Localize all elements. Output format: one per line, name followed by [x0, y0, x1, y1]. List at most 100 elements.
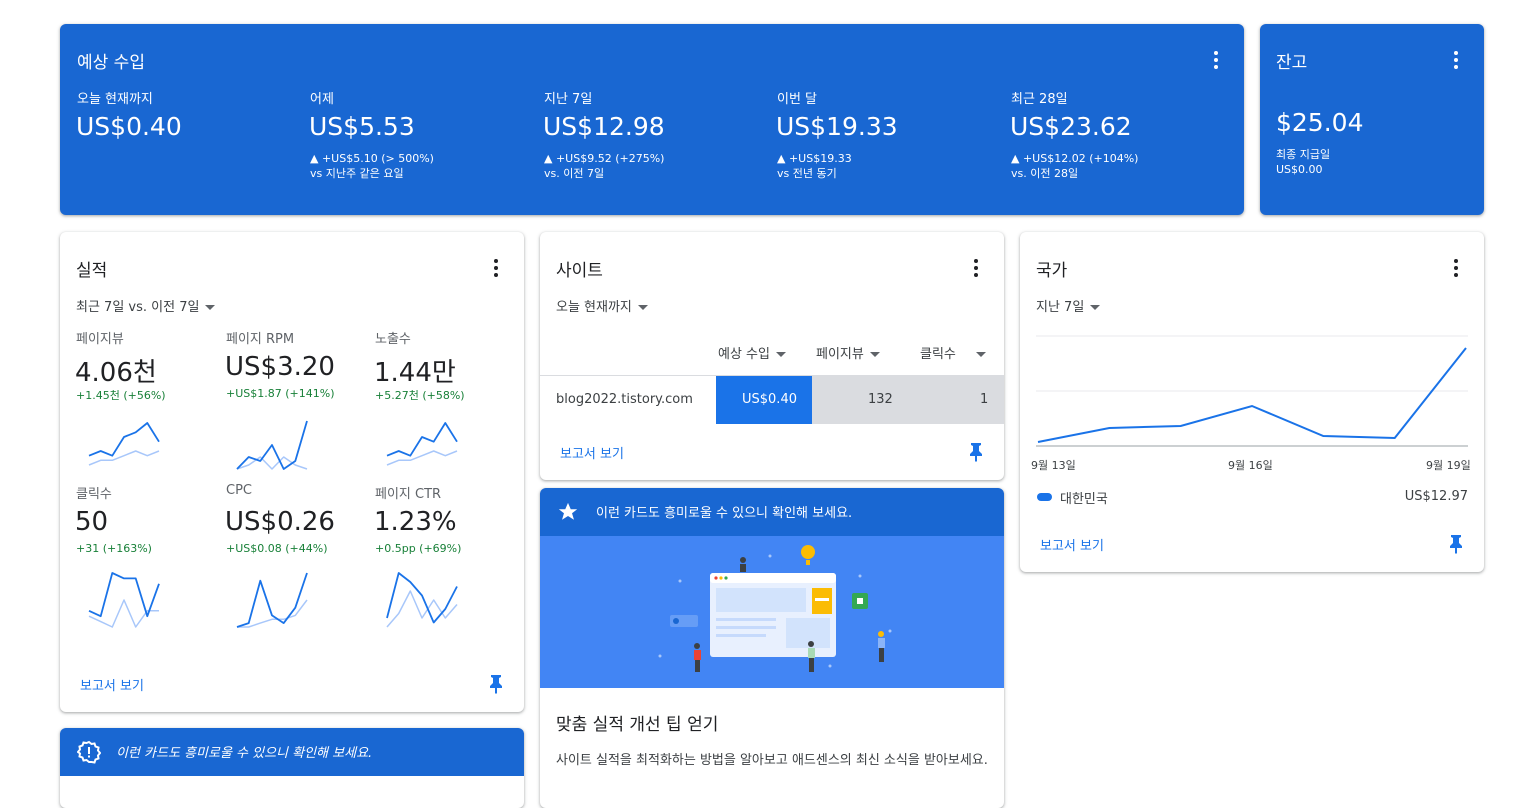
site-earnings: US$0.40 [742, 392, 797, 407]
table-row[interactable]: blog2022.tistory.com US$0.40 132 1 [540, 375, 1004, 424]
performance-title: 실적 [76, 261, 108, 281]
current-period-line [236, 420, 308, 470]
tip-body: 사이트 실적을 최적화하는 방법을 알아보고 애드센스의 최신 소식을 받아보세… [556, 753, 988, 768]
current-period-line [88, 572, 160, 618]
earnings-item-compare: vs. 이전 28일 [1011, 167, 1079, 180]
x-tick-label: 9월 16일 [1228, 459, 1273, 472]
sites-range-dropdown[interactable]: 오늘 현재까지 [556, 296, 648, 315]
balance-card: 잔고 $25.04 최종 지급일 US$0.00 [1260, 24, 1484, 215]
earnings-item-value: US$23.62 [1010, 112, 1132, 141]
metric-delta: +5.27천 (+58%) [375, 389, 465, 402]
sites-card: 사이트 오늘 현재까지 예상 수입 페이지뷰 클릭수 blog2022.tist… [540, 232, 1004, 480]
star-icon [558, 502, 578, 520]
impressions-sparkline [386, 422, 458, 466]
performance-menu-icon[interactable] [486, 258, 506, 278]
previous-period-line [88, 450, 160, 466]
tip-title: 맞춤 실적 개선 팁 얻기 [556, 715, 719, 735]
column-header-label: 클릭수 [920, 347, 956, 362]
performance-card: 실적 최근 7일 vs. 이전 7일 페이지뷰 4.06천 +1.45천 (+5… [60, 232, 524, 712]
metric-value: US$0.26 [225, 507, 335, 537]
performance-report-link[interactable]: 보고서 보기 [80, 675, 144, 694]
metric-value: 50 [75, 507, 109, 537]
earnings-item-value: US$0.40 [76, 112, 182, 141]
earnings-menu-icon[interactable] [1206, 50, 1226, 70]
performance-range-dropdown[interactable]: 최근 7일 vs. 이전 7일 [76, 296, 216, 315]
earnings-item-value: US$12.98 [543, 112, 665, 141]
earnings-item-label: 지난 7일 [544, 92, 593, 107]
metric-label: 페이지 RPM [226, 332, 295, 347]
earnings-item-compare: vs. 이전 7일 [544, 167, 605, 180]
metric-delta: +1.45천 (+56%) [76, 389, 166, 402]
country-line-chart [1036, 335, 1468, 447]
tip-card: 이런 카드도 흥미로울 수 있으니 확인해 보세요. 맞춤 실적 개선 팁 얻기… [540, 488, 1004, 808]
country-range-dropdown[interactable]: 지난 7일 [1036, 296, 1101, 315]
column-header-label: 예상 수입 [718, 347, 770, 362]
balance-value: $25.04 [1276, 108, 1364, 137]
sites-menu-icon[interactable] [966, 258, 986, 278]
earnings-item-value: US$19.33 [776, 112, 898, 141]
metric-value: US$3.20 [225, 352, 335, 382]
earnings-item-delta: ▲ +US$12.02 (+104%) [1011, 152, 1139, 165]
x-tick-label: 9월 19일 [1426, 459, 1471, 472]
metric-value: 1.44만 [374, 358, 456, 388]
page-rpm-sparkline [236, 420, 308, 470]
country-report-link[interactable]: 보고서 보기 [1040, 535, 1104, 554]
pin-icon[interactable] [1448, 534, 1464, 554]
metric-label: 페이지 CTR [375, 487, 442, 502]
earnings-item-compare: vs 전년 동기 [777, 167, 837, 180]
page-ctr-sparkline [386, 572, 458, 628]
metric-delta: +31 (+163%) [76, 542, 152, 555]
country-title: 국가 [1036, 261, 1068, 281]
earnings-title: 예상 수입 [77, 53, 145, 73]
column-header-label: 페이지뷰 [816, 347, 864, 362]
metric-delta: +US$1.87 (+141%) [226, 387, 335, 400]
earnings-item-delta: ▲ +US$9.52 (+275%) [544, 152, 665, 165]
chevron-down-icon [975, 352, 986, 357]
x-tick-label: 9월 13일 [1031, 459, 1076, 472]
tip-header-text: 이런 카드도 흥미로울 수 있으니 확인해 보세요. [596, 506, 853, 521]
sites-range-label: 오늘 현재까지 [556, 300, 632, 315]
legend-swatch [1037, 493, 1052, 501]
country-range-label: 지난 7일 [1036, 300, 1085, 315]
site-pageviews-cell [812, 376, 1004, 424]
earnings-item-value: US$5.53 [309, 112, 415, 141]
metric-label: CPC [226, 483, 252, 498]
last-payment-label: 최종 지급일 [1276, 148, 1331, 161]
previous-period-line [386, 450, 458, 466]
alert-badge-icon [77, 740, 101, 764]
earnings-item-delta: ▲ +US$19.33 [777, 152, 852, 165]
earnings-item-label: 최근 28일 [1011, 92, 1068, 107]
balance-menu-icon[interactable] [1446, 50, 1466, 70]
sites-report-link[interactable]: 보고서 보기 [560, 443, 624, 462]
pin-icon[interactable] [488, 674, 504, 694]
column-header-clicks[interactable]: 클릭수 [920, 343, 986, 362]
tip-illustration [540, 536, 1004, 688]
metric-label: 클릭수 [76, 487, 112, 502]
hint-header-text: 이런 카드도 흥미로울 수 있으니 확인해 보세요. [116, 746, 373, 761]
country-series-line [1037, 347, 1467, 443]
clicks-sparkline [88, 572, 160, 628]
metric-value: 4.06천 [75, 358, 157, 388]
earnings-item-delta: ▲ +US$5.10 (> 500%) [310, 152, 434, 165]
metric-label: 노출수 [375, 332, 411, 347]
site-pageviews: 132 [868, 392, 893, 407]
country-card: 국가 지난 7일 9월 13일 9월 16일 9월 19일 대한민국 US$12… [1020, 232, 1484, 572]
current-period-line [386, 422, 458, 457]
pageviews-sparkline [88, 422, 160, 466]
chevron-down-icon [775, 352, 786, 357]
country-menu-icon[interactable] [1446, 258, 1466, 278]
sites-title: 사이트 [556, 261, 603, 281]
pin-icon[interactable] [968, 442, 984, 462]
site-clicks: 1 [980, 392, 989, 407]
performance-range-label: 최근 7일 vs. 이전 7일 [76, 300, 200, 315]
legend-value: US$12.97 [1404, 489, 1468, 504]
site-name: blog2022.tistory.com [556, 392, 693, 407]
metric-delta: +US$0.08 (+44%) [226, 542, 328, 555]
last-payment-value: US$0.00 [1276, 163, 1323, 176]
metric-label: 페이지뷰 [76, 332, 124, 347]
column-header-pageviews[interactable]: 페이지뷰 [816, 343, 880, 362]
column-header-earnings[interactable]: 예상 수입 [718, 343, 786, 362]
cpc-sparkline [236, 572, 308, 628]
earnings-item-compare: vs 지난주 같은 요일 [310, 167, 404, 180]
legend-country: 대한민국 [1060, 492, 1108, 507]
